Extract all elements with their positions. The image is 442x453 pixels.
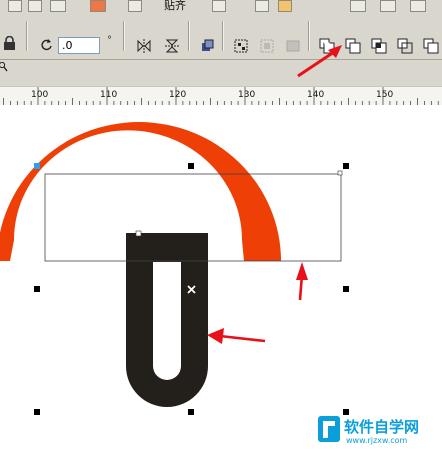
site-watermark-logo: 软件自学网 www.rjzxw.com <box>318 416 419 445</box>
simplify-icon <box>397 38 413 54</box>
selection-handle[interactable] <box>34 286 40 292</box>
mirror-horizontal-icon <box>137 39 151 53</box>
ruler-tick-label: 100 <box>31 90 48 100</box>
toolbar-button[interactable] <box>350 0 366 12</box>
angle-unit: ° <box>107 35 112 46</box>
horizontal-ruler: 100 110 120 130 140 150 <box>0 86 442 106</box>
align-distribute-button[interactable] <box>198 37 216 55</box>
group-button[interactable] <box>232 37 250 55</box>
selection-handle[interactable] <box>188 409 194 415</box>
front-minus-back-icon <box>423 38 439 54</box>
toolbar-button[interactable] <box>8 0 22 12</box>
selection-handle[interactable] <box>188 163 194 169</box>
snap-to-dropdown[interactable]: 贴齐 <box>164 0 186 13</box>
selection-handle[interactable] <box>34 409 40 415</box>
ruler-tick-label: 130 <box>238 90 255 100</box>
lock-icon[interactable] <box>3 36 16 51</box>
toolbar-button[interactable] <box>410 0 426 12</box>
intersect-icon <box>371 38 387 54</box>
mirror-vertical-icon <box>165 39 179 53</box>
toolbar-button[interactable] <box>255 0 269 12</box>
zoom-icon[interactable] <box>0 62 8 72</box>
intersect-button[interactable] <box>370 37 388 55</box>
property-bar: ° <box>0 13 442 60</box>
group-icon <box>234 39 248 53</box>
annotation-arrow-u <box>207 328 266 344</box>
ruler-tick-label: 140 <box>307 90 324 100</box>
canvas-svg <box>0 122 349 415</box>
ruler-tick-label: 150 <box>376 90 393 100</box>
node-handle[interactable] <box>337 170 343 176</box>
front-minus-back-button[interactable] <box>422 37 440 55</box>
toolbar-button[interactable] <box>278 0 292 12</box>
toolbar-button[interactable] <box>28 0 42 12</box>
toolbar-button[interactable] <box>380 0 396 12</box>
annotation-arrow-toolbar <box>297 45 342 78</box>
toolbar-button[interactable] <box>212 0 226 12</box>
ruler-scale: 100 110 120 130 140 150 <box>3 87 439 105</box>
toolbar-gap <box>0 60 442 86</box>
selection-handle[interactable] <box>343 163 349 169</box>
ruler-tick-label: 110 <box>100 90 117 100</box>
toolbar-button[interactable] <box>50 0 66 12</box>
toolbar-button[interactable] <box>128 0 142 12</box>
standard-toolbar: 贴齐 <box>0 0 442 14</box>
ruler-tick-label: 120 <box>169 90 186 100</box>
svg-text:www.rjzxw.com: www.rjzxw.com <box>346 436 408 445</box>
ungroup-button[interactable] <box>258 37 276 55</box>
drawing-canvas[interactable] <box>0 105 442 449</box>
simplify-button[interactable] <box>396 37 414 55</box>
ungroup-icon <box>260 39 274 53</box>
align-icon <box>202 39 214 51</box>
mirror-vertical-button[interactable] <box>163 37 181 55</box>
rotation-angle-input[interactable] <box>58 37 100 54</box>
svg-text:软件自学网: 软件自学网 <box>344 418 419 436</box>
annotation-arrow-corner <box>296 262 308 301</box>
dark-u-shape[interactable] <box>126 233 208 407</box>
selection-handle[interactable] <box>343 286 349 292</box>
node-handle[interactable] <box>135 230 142 237</box>
mirror-horizontal-button[interactable] <box>135 37 153 55</box>
toolbar-button[interactable] <box>90 0 106 12</box>
selection-handle[interactable] <box>34 163 40 169</box>
rotate-icon <box>41 39 52 51</box>
